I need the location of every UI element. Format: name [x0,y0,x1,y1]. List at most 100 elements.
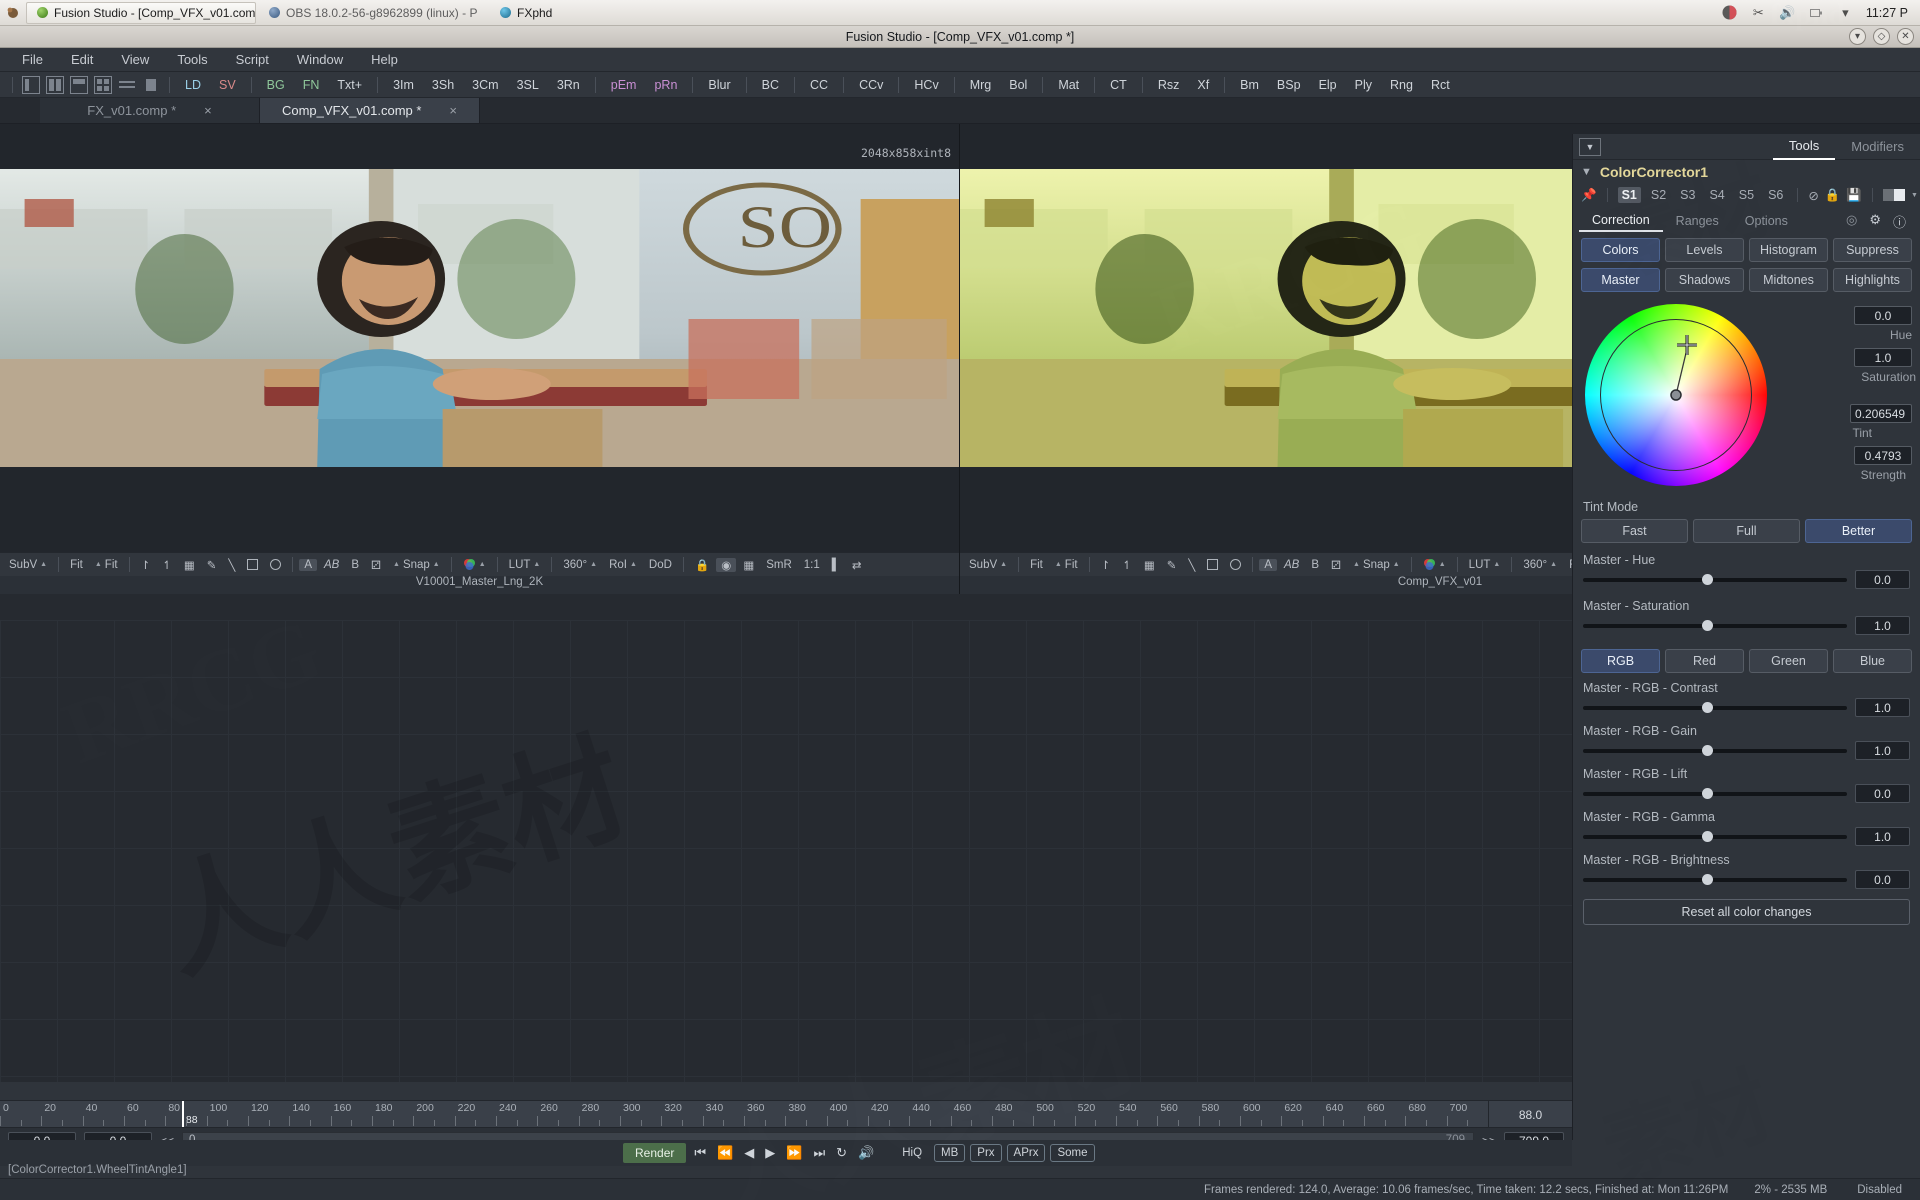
viewer-left[interactable]: 2048x858xint8 SO SubV ▲ Fit ▲ Fit ↾ ↿ ▦ … [0,124,960,594]
tool-rsz[interactable]: Rsz [1149,78,1189,92]
button-prx[interactable]: Prx [970,1144,1002,1162]
swap-icon[interactable]: ⇄ [847,558,867,572]
button-aprx[interactable]: APrx [1006,1144,1046,1162]
tool-ply[interactable]: Ply [1346,78,1381,92]
slider-value[interactable]: 1.0 [1855,616,1910,635]
smr-button[interactable]: SmR [761,559,797,571]
fit-button-1[interactable]: Fit [65,559,88,571]
eyedropper-icon[interactable]: ✎ [202,558,222,572]
slider-value[interactable]: 1.0 [1855,741,1910,760]
tool-fn[interactable]: FN [294,78,329,92]
tool-mrg[interactable]: Mrg [961,78,1001,92]
fit-selector[interactable]: ▲ Fit [90,559,123,571]
tab-options[interactable]: Options [1732,211,1801,231]
maximize-button[interactable]: ◇ [1873,28,1890,45]
button-highlights[interactable]: Highlights [1833,268,1912,292]
rect-icon[interactable] [242,559,263,570]
close-icon[interactable]: × [204,103,212,118]
slider-value[interactable]: 0.0 [1855,870,1910,889]
layout-quad-icon[interactable] [94,75,112,94]
saturation-value-field[interactable]: 1.0 [1854,348,1912,367]
tool-bg[interactable]: BG [258,78,294,92]
tool-ct[interactable]: CT [1101,78,1136,92]
comp-tab-comp-vfx-v01[interactable]: Comp_VFX_v01.comp * × [260,98,480,123]
play-icon[interactable]: ▶ [762,1145,778,1161]
slider-knob[interactable] [1701,787,1713,799]
snap-selector[interactable]: ▲ Snap ▲ [1348,559,1405,571]
stereo-icon[interactable]: ⚂ [366,558,386,572]
stereo-icon[interactable]: ⚂ [1326,558,1346,572]
inspector-node-header[interactable]: ▼ ColorCorrector1 [1573,160,1920,184]
checkerboard-icon[interactable]: ▦ [738,558,759,572]
info-icon[interactable]: ⓘ [1893,212,1906,231]
ratio-button[interactable]: 1:1 [799,559,825,571]
hue-value-field[interactable]: 0.0 [1854,306,1912,325]
slider-track[interactable] [1583,787,1847,799]
slider-track[interactable] [1583,744,1847,756]
color-swatch[interactable] [1883,189,1905,201]
layout-stack-icon[interactable] [118,76,136,94]
menu-view[interactable]: View [107,52,163,67]
comp-tab-fx-v01[interactable]: FX_v01.comp * × [40,98,260,123]
button-green[interactable]: Green [1749,649,1828,673]
fit-selector[interactable]: ▲ Fit [1050,559,1083,571]
button-fast[interactable]: Fast [1581,519,1688,543]
tool-cc[interactable]: CC [801,78,837,92]
layout-single-icon[interactable] [22,75,40,94]
strength-value-field[interactable]: 0.4793 [1854,446,1912,465]
tool-3cm[interactable]: 3Cm [463,78,507,92]
chevron-down-icon[interactable]: ▼ [1579,137,1601,156]
taskbar-item-obs[interactable]: OBS 18.0.2-56-g8962899 (linux) - P [258,2,488,24]
tool-mat[interactable]: Mat [1049,78,1088,92]
timeline-ruler[interactable]: 88 88.0 0 20 40 60 80 100 120 140 160 180 200 220 24… [0,1100,1572,1128]
button-some[interactable]: Some [1050,1144,1095,1162]
button-midtones[interactable]: Midtones [1749,268,1828,292]
tool-bsp[interactable]: BSp [1268,78,1310,92]
button-better[interactable]: Better [1805,519,1912,543]
slider-track[interactable] [1583,873,1847,885]
tool-ccv[interactable]: CCv [850,78,892,92]
checker-icon[interactable]: ▦ [179,558,200,572]
slider-track[interactable] [1583,701,1847,713]
audio-icon[interactable]: 🔊 [855,1145,877,1161]
color-channels-icon[interactable]: ▲ [1418,558,1451,571]
chevron-down-icon[interactable]: ▾ [1837,4,1854,21]
button-red[interactable]: Red [1665,649,1744,673]
menu-window[interactable]: Window [283,52,357,67]
subview-selector[interactable]: SubV ▲ [964,559,1012,571]
state-s6[interactable]: S6 [1764,187,1787,203]
tab-correction[interactable]: Correction [1579,210,1663,232]
menu-file[interactable]: File [8,52,57,67]
curve-b-icon[interactable]: ↿ [1117,558,1137,572]
record-icon[interactable] [1721,4,1738,21]
minimize-button[interactable]: ▾ [1849,28,1866,45]
lut-selector[interactable]: LUT ▲ [504,559,546,571]
tool-elp[interactable]: Elp [1310,78,1346,92]
pin-icon[interactable]: 📌 [1581,188,1597,203]
tool-3sl[interactable]: 3SL [508,78,548,92]
tool-prn[interactable]: pRn [645,78,686,92]
lock-icon[interactable]: 🔒 [1825,188,1841,203]
tint-value-field[interactable]: 0.206549 [1850,404,1912,423]
slider-knob[interactable] [1701,619,1713,631]
chevron-down-icon[interactable]: ▼ [1911,192,1918,199]
color-wheel-handle[interactable] [1585,304,1767,486]
buffer-a-button[interactable]: A [1259,558,1277,571]
mask-icon[interactable]: ◎ [1846,212,1857,231]
layout-dual-icon[interactable] [46,75,64,94]
state-s3[interactable]: S3 [1676,187,1699,203]
tool-ld[interactable]: LD [176,78,210,92]
curve-a-icon[interactable]: ↾ [136,558,156,572]
loop-icon[interactable]: ↻ [833,1145,850,1161]
tool-3rn[interactable]: 3Rn [548,78,589,92]
slider-value[interactable]: 0.0 [1855,784,1910,803]
button-rgb[interactable]: RGB [1581,649,1660,673]
button-hiq[interactable]: HiQ [895,1144,929,1162]
snap-selector[interactable]: ▲ Snap ▲ [388,559,445,571]
menu-edit[interactable]: Edit [57,52,107,67]
state-s2[interactable]: S2 [1647,187,1670,203]
eyedropper-icon[interactable]: ✎ [1162,558,1182,572]
button-levels[interactable]: Levels [1665,238,1744,262]
layout-wide-icon[interactable] [70,75,88,94]
render-button[interactable]: Render [623,1143,687,1163]
